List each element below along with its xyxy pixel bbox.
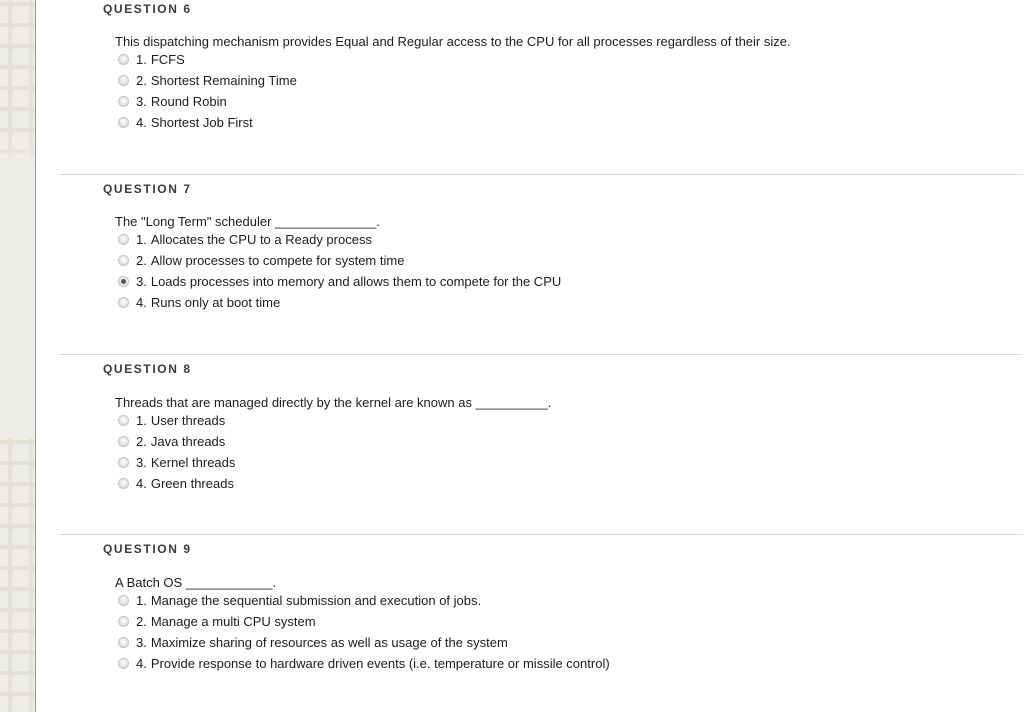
answer-number: 1. xyxy=(136,232,147,247)
answer-label[interactable]: Kernel threads xyxy=(151,453,236,472)
radio-button-icon[interactable] xyxy=(118,54,129,65)
answer-label[interactable]: Manage a multi CPU system xyxy=(151,612,316,631)
answer-label[interactable]: FCFS xyxy=(151,50,185,69)
answer-option[interactable]: 3. Maximize sharing of resources as well … xyxy=(115,633,610,654)
answer-option[interactable]: 1. Allocates the CPU to a Ready process xyxy=(115,230,561,251)
answer-option[interactable]: 4. Runs only at boot time xyxy=(115,293,561,314)
radio-button-icon[interactable] xyxy=(118,595,129,606)
answer-number: 1. xyxy=(136,593,147,608)
question-header: QUESTION 9 xyxy=(103,542,192,556)
answer-option-list: 1. FCFS 2. Shortest Remaining Time 3. Round R… xyxy=(115,50,791,134)
radio-button-icon[interactable] xyxy=(118,637,129,648)
answer-option[interactable]: 2. Manage a multi CPU system xyxy=(115,612,610,633)
answer-option-list: 1. User threads 2. Java threads 3. Kernel thr… xyxy=(115,411,552,495)
question-body: Threads that are managed directly by the… xyxy=(37,395,552,495)
answer-number: 2. xyxy=(136,73,147,88)
plus-pattern-icon xyxy=(0,438,35,712)
radio-button-icon[interactable] xyxy=(118,415,129,426)
answer-number: 2. xyxy=(136,614,147,629)
decorative-left-rail xyxy=(0,0,36,712)
answer-label[interactable]: Runs only at boot time xyxy=(151,293,280,312)
answer-label[interactable]: Shortest Job First xyxy=(151,113,253,132)
answer-option[interactable]: 2. Allow processes to compete for system … xyxy=(115,251,561,272)
question-prompt: This dispatching mechanism provides Equa… xyxy=(115,34,791,49)
question-body: This dispatching mechanism provides Equa… xyxy=(37,34,791,134)
radio-button-icon[interactable] xyxy=(118,616,129,627)
answer-option[interactable]: 4. Provide response to hardware driven ev… xyxy=(115,654,610,675)
radio-button-icon[interactable] xyxy=(118,234,129,245)
answer-label[interactable]: Loads processes into memory and allows t… xyxy=(151,272,561,291)
question-body: The "Long Term" scheduler ______________… xyxy=(37,214,561,314)
answer-option[interactable]: 3. Round Robin xyxy=(115,92,791,113)
answer-number: 3. xyxy=(136,635,147,650)
answer-option[interactable]: 3. Loads processes into memory and allows… xyxy=(115,272,561,293)
answer-number: 3. xyxy=(136,274,147,289)
answer-number: 1. xyxy=(136,413,147,428)
rail-fade-top xyxy=(0,140,35,170)
answer-option[interactable]: 1. Manage the sequential submission and e… xyxy=(115,591,610,612)
answer-label[interactable]: Provide response to hardware driven even… xyxy=(151,654,610,673)
plus-pattern-icon xyxy=(0,0,35,162)
question-prompt: The "Long Term" scheduler ______________… xyxy=(115,214,380,229)
answer-number: 2. xyxy=(136,253,147,268)
radio-button-icon[interactable] xyxy=(118,297,129,308)
answer-option[interactable]: 3. Kernel threads xyxy=(115,453,552,474)
answer-number: 2. xyxy=(136,434,147,449)
answer-label[interactable]: User threads xyxy=(151,411,225,430)
question-header: QUESTION 8 xyxy=(103,362,192,376)
radio-button-icon[interactable] xyxy=(118,457,129,468)
answer-label[interactable]: Manage the sequential submission and exe… xyxy=(151,591,481,610)
quiz-content: QUESTION 6 This dispatching mechanism pro… xyxy=(37,0,1024,712)
radio-button-selected-icon[interactable] xyxy=(118,276,129,287)
radio-button-icon[interactable] xyxy=(118,117,129,128)
answer-label[interactable]: Java threads xyxy=(151,432,225,451)
question-prompt: A Batch OS ____________. xyxy=(115,575,277,590)
answer-number: 4. xyxy=(136,476,147,491)
answer-label[interactable]: Green threads xyxy=(151,474,234,493)
radio-button-icon[interactable] xyxy=(118,96,129,107)
answer-option[interactable]: 1. FCFS xyxy=(115,50,791,71)
answer-label[interactable]: Round Robin xyxy=(151,92,227,111)
answer-option[interactable]: 2. Java threads xyxy=(115,432,552,453)
question-body: A Batch OS ____________. 1. Manage the seq… xyxy=(37,575,610,675)
answer-number: 4. xyxy=(136,656,147,671)
answer-number: 3. xyxy=(136,94,147,109)
answer-number: 1. xyxy=(136,52,147,67)
answer-option[interactable]: 2. Shortest Remaining Time xyxy=(115,71,791,92)
radio-button-icon[interactable] xyxy=(118,255,129,266)
answer-number: 3. xyxy=(136,455,147,470)
answer-number: 4. xyxy=(136,115,147,130)
answer-option[interactable]: 4. Shortest Job First xyxy=(115,113,791,134)
question-prompt: Threads that are managed directly by the… xyxy=(115,395,552,410)
answer-label[interactable]: Maximize sharing of resources as well as… xyxy=(151,633,508,652)
answer-option-list: 1. Allocates the CPU to a Ready process 2.… xyxy=(115,230,561,314)
answer-label[interactable]: Allocates the CPU to a Ready process xyxy=(151,230,372,249)
radio-button-icon[interactable] xyxy=(118,436,129,447)
answer-option-list: 1. Manage the sequential submission and e… xyxy=(115,591,610,675)
answer-label[interactable]: Shortest Remaining Time xyxy=(151,71,297,90)
answer-number: 4. xyxy=(136,295,147,310)
radio-button-icon[interactable] xyxy=(118,75,129,86)
radio-button-icon[interactable] xyxy=(118,658,129,669)
answer-label[interactable]: Allow processes to compete for system ti… xyxy=(151,251,405,270)
question-header: QUESTION 6 xyxy=(103,2,192,16)
question-separator xyxy=(59,354,1022,355)
radio-button-icon[interactable] xyxy=(118,478,129,489)
answer-option[interactable]: 4. Green threads xyxy=(115,474,552,495)
question-separator xyxy=(59,174,1022,175)
answer-option[interactable]: 1. User threads xyxy=(115,411,552,432)
question-header: QUESTION 7 xyxy=(103,182,192,196)
question-separator xyxy=(59,534,1022,535)
